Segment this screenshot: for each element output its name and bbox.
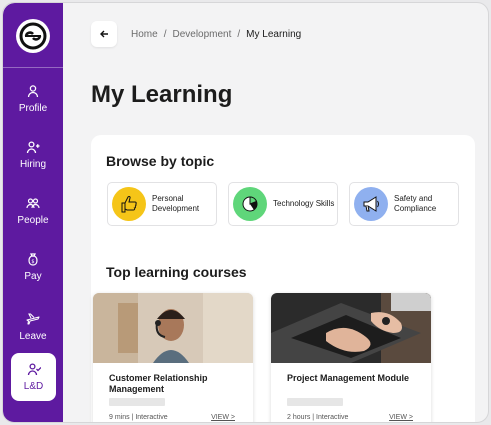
topic-label: Safety and Compliance [394, 194, 437, 213]
topic-safety-and-compliance[interactable]: Safety and Compliance [349, 182, 459, 226]
top-learning-courses-heading: Top learning courses [106, 264, 247, 280]
breadcrumb-development[interactable]: Development [172, 29, 231, 40]
course-placeholder-bar [287, 398, 343, 406]
arrow-left-icon [100, 30, 108, 38]
sidebar-item-label: Profile [18, 103, 48, 114]
megaphone-icon [354, 187, 388, 221]
sidebar-item-people[interactable]: People [3, 187, 63, 235]
svg-text:$: $ [31, 259, 34, 265]
course-card[interactable]: Project Management Module 2 hours | Inte… [271, 293, 431, 422]
topic-technology-skills[interactable]: Technology Skills [228, 182, 338, 226]
main-content: Home / Development / My Learning My Lear… [63, 3, 488, 422]
breadcrumb-separator: / [163, 29, 167, 40]
learning-icon [27, 363, 41, 376]
back-button[interactable] [91, 21, 117, 47]
sidebar-item-leave[interactable]: Leave [3, 303, 63, 351]
course-meta: 2 hours | Interactive [287, 414, 349, 421]
course-thumbnail-image [271, 293, 431, 363]
sidebar-item-pay[interactable]: $ Pay [3, 243, 63, 291]
add-person-icon [26, 141, 40, 154]
sidebar-item-profile[interactable]: Profile [3, 75, 63, 123]
course-meta: 9 mins | Interactive [109, 414, 168, 421]
breadcrumb-current: My Learning [246, 29, 302, 40]
topic-personal-development[interactable]: Personal Development [107, 182, 217, 226]
sidebar-item-hiring[interactable]: Hiring [3, 131, 63, 179]
chart-icon [233, 187, 267, 221]
course-title: Project Management Module [287, 373, 410, 383]
course-view-link[interactable]: VIEW > [211, 414, 235, 421]
app-window: Profile Hiring People $ Pay Leave L&D Ho… [2, 2, 489, 423]
course-card[interactable]: Customer Relationship Management 9 mins … [93, 293, 253, 422]
sidebar-item-label: L&D [23, 381, 44, 392]
course-view-link[interactable]: VIEW > [389, 414, 413, 421]
topic-label: Technology Skills [273, 199, 335, 208]
sidebar-item-label: Hiring [19, 159, 47, 170]
browse-by-topic-heading: Browse by topic [106, 153, 215, 169]
breadcrumb-separator: / [237, 29, 241, 40]
person-icon [27, 85, 39, 98]
sidebar-item-l-and-d[interactable]: L&D [11, 353, 56, 401]
course-placeholder-bar [109, 398, 165, 406]
learning-card: Browse by topic Personal Development Tec… [91, 135, 475, 422]
sidebar-divider [3, 67, 63, 68]
course-thumbnail-image [93, 293, 253, 363]
page-title: My Learning [91, 81, 233, 108]
money-bag-icon: $ [28, 253, 38, 266]
sidebar-item-label: People [17, 215, 49, 226]
sidebar-item-label: Leave [19, 331, 47, 342]
breadcrumb: Home / Development / My Learning [131, 29, 301, 40]
course-title: Customer Relationship Management [109, 373, 208, 394]
thumbs-up-icon [112, 187, 146, 221]
plane-icon [26, 313, 40, 325]
logo-icon[interactable] [16, 19, 50, 53]
sidebar: Profile Hiring People $ Pay Leave L&D [3, 3, 63, 422]
breadcrumb-home[interactable]: Home [131, 29, 158, 40]
topic-label: Personal Development [152, 194, 200, 213]
sidebar-item-label: Pay [24, 271, 42, 282]
people-icon [26, 198, 40, 209]
